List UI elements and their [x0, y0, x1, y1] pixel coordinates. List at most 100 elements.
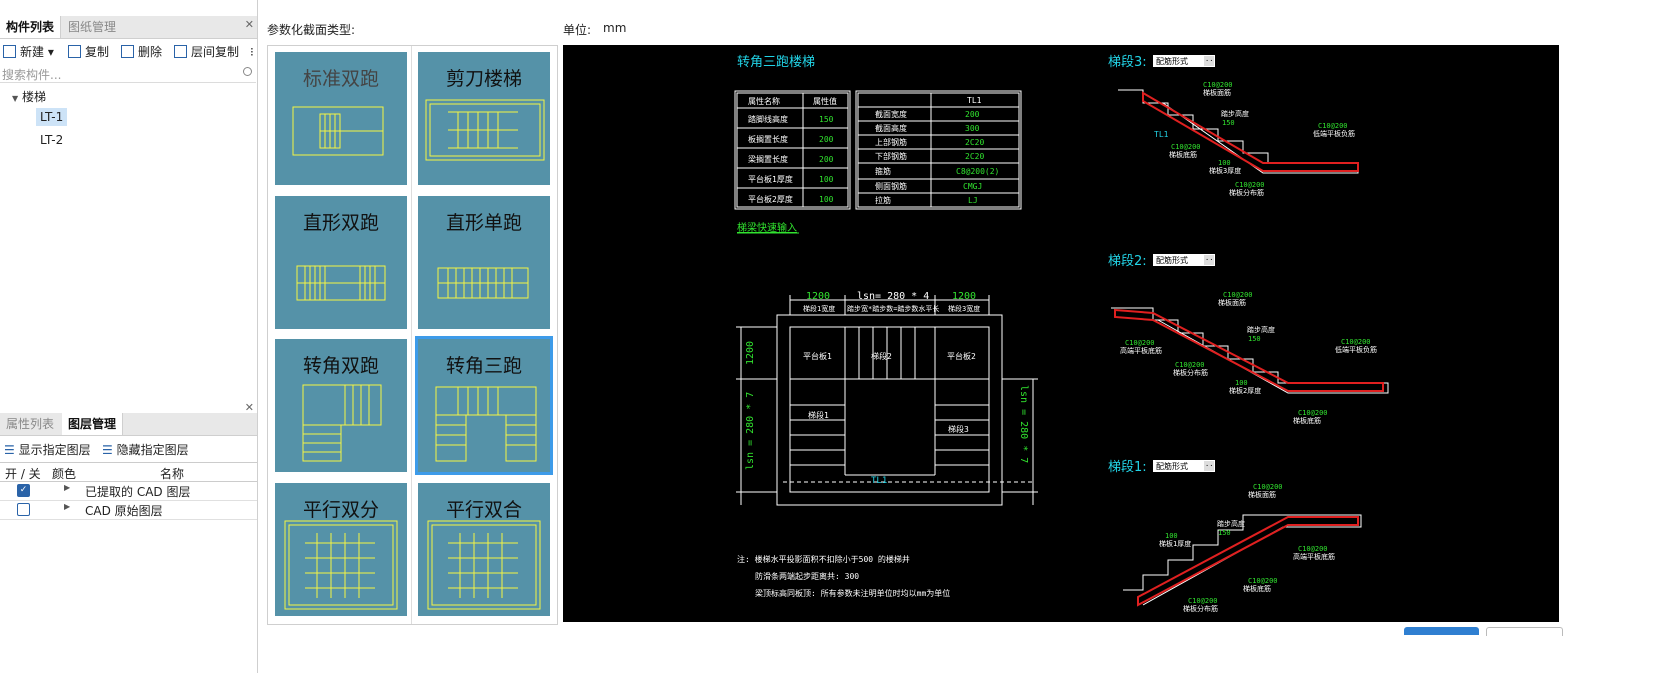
- table2-cell: 截面高度: [875, 123, 907, 133]
- svg-text:高端平板底筋: 高端平板底筋: [1293, 552, 1335, 561]
- card-scissor[interactable]: 剪刀楼梯: [418, 52, 550, 185]
- table2-cell: 箍筋: [875, 166, 891, 176]
- dim-left: 1200: [806, 291, 830, 302]
- dropdown-icon: ···: [1205, 256, 1218, 264]
- dim-left-vertical: 1200: [745, 341, 756, 365]
- table2-cell: 上部钢筋: [875, 137, 907, 147]
- dim-sub-mid: 踏步宽*踏步数=踏步数水平长: [847, 304, 939, 313]
- search-input[interactable]: 搜索构件...: [0, 64, 256, 83]
- label-platform1: 平台板1: [803, 351, 832, 361]
- table2-cell: 下部钢筋: [875, 151, 907, 161]
- table2-value[interactable]: CMGJ: [963, 182, 982, 191]
- svg-text:配筋形式: 配筋形式: [1156, 56, 1188, 66]
- table1-value[interactable]: 100: [819, 195, 834, 204]
- svg-text:150: 150: [1222, 119, 1235, 127]
- card-corner-double[interactable]: 转角双跑: [275, 339, 407, 472]
- card-standard-double[interactable]: 标准双跑: [275, 52, 407, 185]
- copy-button[interactable]: 复制: [68, 44, 109, 60]
- tab-property-list[interactable]: 属性列表: [0, 413, 60, 435]
- note-line: 注: 楼梯水平投影面积不扣除小于500 的楼梯井: [737, 554, 910, 564]
- confirm-button[interactable]: [1404, 627, 1479, 635]
- tab-component-list[interactable]: 构件列表: [0, 16, 62, 38]
- card-parallel-merge[interactable]: 平行双合: [418, 483, 550, 616]
- tree-item-lt1[interactable]: LT-1: [36, 108, 68, 126]
- svg-text:梯板底筋: 梯板底筋: [1243, 584, 1271, 593]
- svg-text:C10@200: C10@200: [1203, 81, 1233, 89]
- card-corner-triple[interactable]: 转角三跑: [415, 336, 553, 475]
- svg-text:C10@200: C10@200: [1188, 597, 1218, 605]
- table2-value[interactable]: 300: [965, 124, 980, 133]
- svg-text:C10@200: C10@200: [1298, 409, 1328, 417]
- svg-text:梯板底筋: 梯板底筋: [1293, 416, 1321, 425]
- card-parallel-split[interactable]: 平行双分: [275, 483, 407, 616]
- svg-text:150: 150: [1218, 529, 1231, 537]
- svg-text:配筋形式: 配筋形式: [1156, 461, 1188, 471]
- svg-text:TL1: TL1: [1154, 130, 1169, 139]
- card-straight-single[interactable]: 直形单跑: [418, 196, 550, 329]
- table2-value[interactable]: 200: [965, 110, 980, 119]
- chevron-right-icon[interactable]: ▶: [64, 483, 70, 492]
- search-icon: [243, 67, 252, 76]
- svg-text:C10@200: C10@200: [1235, 181, 1265, 189]
- table2-value[interactable]: 2C20: [965, 138, 984, 147]
- stair-plan: [736, 295, 1038, 506]
- card-label: 直形单跑: [445, 212, 522, 234]
- show-layer-button[interactable]: ☰ 显示指定图层: [4, 442, 91, 458]
- section1-drawing: C10@200 梯板面筋 踏步高度 150 100 梯板1厚度 C10@200 …: [1123, 483, 1362, 613]
- table1-value[interactable]: 200: [819, 155, 834, 164]
- section3-combo[interactable]: 配筋形式 ···: [1153, 55, 1218, 67]
- tree-item-lt2[interactable]: LT-2: [40, 133, 63, 147]
- svg-text:C10@200: C10@200: [1248, 577, 1278, 585]
- section2-combo[interactable]: 配筋形式 ···: [1153, 254, 1218, 266]
- card-label: 标准双跑: [302, 68, 379, 90]
- layer-checkbox[interactable]: ✓: [17, 484, 30, 497]
- layers-icon: ☰: [4, 443, 15, 457]
- dim-sub-left: 梯段1宽度: [803, 304, 835, 313]
- new-button[interactable]: 新建 ▾: [3, 44, 54, 60]
- label-beam-tl1: TL1: [871, 476, 887, 486]
- more-icon[interactable]: ⁝: [250, 44, 254, 60]
- close-icon[interactable]: ✕: [245, 18, 254, 31]
- floor-copy-button[interactable]: 层间复制: [174, 44, 239, 60]
- section2-drawing: C10@200 梯板面筋 C10@200 高端平板底筋 踏步高度 150 C10…: [1111, 291, 1389, 425]
- dim-left-vertical-2: lsn = 280 * 7: [745, 392, 756, 470]
- table2-value[interactable]: LJ: [968, 196, 978, 205]
- dim-sub-right: 梯段3宽度: [948, 304, 980, 313]
- quick-beam-input-link[interactable]: 梯梁快速输入: [737, 221, 797, 234]
- chevron-right-icon[interactable]: ▶: [64, 502, 70, 511]
- trash-icon: [121, 45, 134, 58]
- dropdown-icon: ···: [1205, 462, 1218, 470]
- svg-text:梯板1厚度: 梯板1厚度: [1159, 539, 1191, 548]
- svg-text:C10@200: C10@200: [1171, 143, 1201, 151]
- card-straight-double[interactable]: 直形双跑: [275, 196, 407, 329]
- section3-drawing: C10@200 梯板面筋 TL1 C10@200 梯板底筋 踏步高度 150 C…: [1118, 81, 1359, 197]
- card-label: 平行双合: [445, 499, 522, 521]
- layer-row[interactable]: ▶ CAD 原始图层: [0, 500, 257, 520]
- table2-value[interactable]: 2C20: [965, 152, 984, 161]
- table1-value[interactable]: 200: [819, 135, 834, 144]
- section1-combo[interactable]: 配筋形式 ···: [1153, 460, 1218, 472]
- section2-label: 梯段2:: [1108, 254, 1147, 269]
- layer-checkbox[interactable]: [17, 503, 30, 516]
- tree-root-stairs[interactable]: ▼ 楼梯: [12, 88, 46, 105]
- table1-value[interactable]: 150: [819, 115, 834, 124]
- table2-cell: 拉筋: [875, 195, 891, 205]
- table2-cell: 侧面钢筋: [875, 181, 907, 191]
- tab-layer-management[interactable]: 图层管理: [62, 413, 124, 435]
- cancel-button[interactable]: [1486, 627, 1563, 636]
- floor-copy-icon: [174, 45, 187, 58]
- layer-row[interactable]: ✓ ▶ 已提取的 CAD 图层: [0, 481, 257, 501]
- svg-text:梯板面筋: 梯板面筋: [1203, 88, 1231, 97]
- close-icon[interactable]: ✕: [245, 401, 254, 414]
- svg-text:踏步高度: 踏步高度: [1247, 325, 1275, 334]
- table2-value[interactable]: C8@200(2): [956, 167, 999, 176]
- dim-right-vertical: lsn = 280 * 7: [1018, 385, 1029, 463]
- delete-button[interactable]: 删除: [121, 44, 162, 60]
- cad-drawing: 转角三跑楼梯 属性名称 属性值 踏脚线高度 150 板搁置长度 200 梁搁置长…: [734, 55, 1389, 613]
- hide-layer-button[interactable]: ☰ 隐藏指定图层: [102, 442, 189, 458]
- svg-text:低端平板负筋: 低端平板负筋: [1335, 345, 1377, 354]
- layer-tabbar: 属性列表 图层管理 ✕: [0, 401, 257, 436]
- svg-text:踏步高度: 踏步高度: [1217, 519, 1245, 528]
- table1-value[interactable]: 100: [819, 175, 834, 184]
- tab-drawing-management[interactable]: 图纸管理: [62, 16, 122, 38]
